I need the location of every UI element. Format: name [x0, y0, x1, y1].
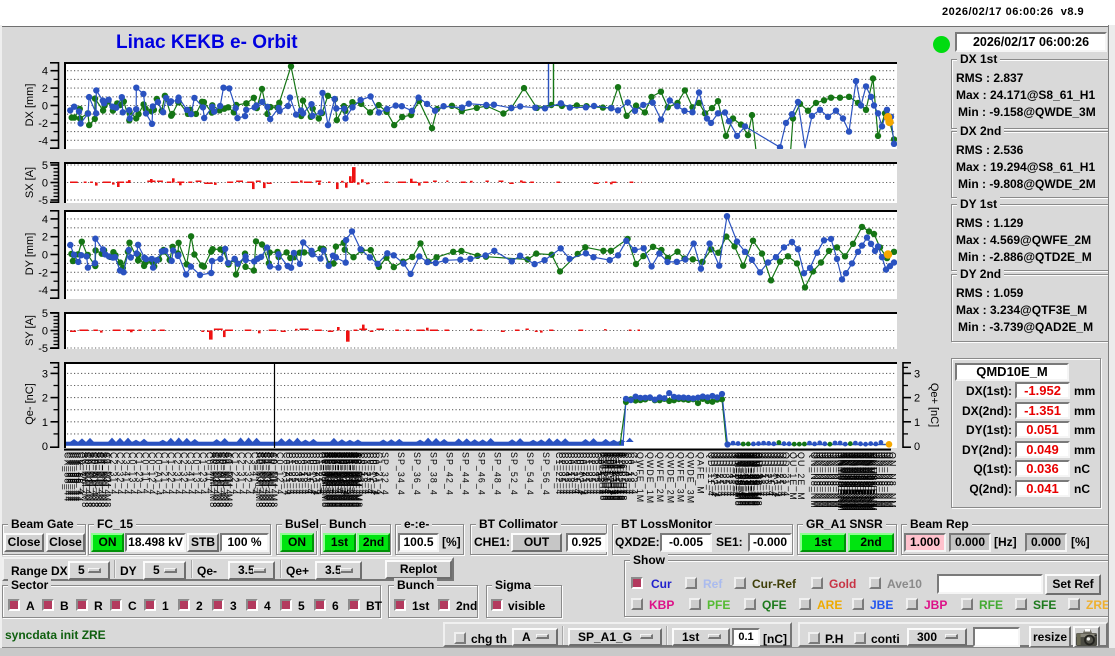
- svg-text:-2: -2: [38, 118, 48, 130]
- svg-text:2: 2: [42, 83, 48, 95]
- svg-text:2: 2: [42, 232, 48, 244]
- svg-text:3: 3: [914, 368, 920, 380]
- svg-text:1: 1: [914, 417, 920, 429]
- svg-text:SP_32_4: SP_32_4: [380, 452, 390, 496]
- svg-text:QU_2E_M: QU_2E_M: [796, 452, 806, 501]
- svg-text:5: 5: [42, 160, 48, 172]
- svg-text:0: 0: [42, 250, 48, 262]
- svg-text:SP_34_4: SP_34_4: [396, 452, 406, 496]
- svg-text:SP_56_4: SP_56_4: [541, 452, 551, 496]
- svg-text:4: 4: [42, 214, 48, 226]
- svg-text:QWFE_2M: QWFE_2M: [655, 452, 665, 503]
- svg-text:0: 0: [42, 101, 48, 113]
- svg-text:SP_44_4: SP_44_4: [461, 452, 471, 496]
- svg-text:A0_MM_M8: A0_MM_M8: [102, 452, 112, 508]
- svg-text:QAFE_M: QAFE_M: [696, 452, 706, 495]
- svg-text:SP_42_4: SP_42_4: [444, 452, 454, 496]
- svg-text:A0_MM_M8: A0_MM_M8: [224, 452, 234, 508]
- svg-text:QM_88_M8: QM_88_M8: [753, 452, 763, 507]
- svg-text:SX [A]: SX [A]: [24, 167, 36, 198]
- svg-text:-4: -4: [38, 285, 48, 297]
- svg-text:-2: -2: [38, 267, 48, 279]
- svg-text:QN_N8_NM: QN_N8_NM: [887, 452, 897, 509]
- svg-text:SP_52_4: SP_52_4: [509, 452, 519, 496]
- svg-text:QWDE_3M: QWDE_3M: [686, 452, 696, 504]
- svg-text:0: 0: [42, 441, 48, 453]
- svg-text:QWFE_1M: QWFE_1M: [635, 452, 645, 503]
- svg-text:Qe- [nC]: Qe- [nC]: [24, 383, 36, 425]
- svg-text:SP_36_4: SP_36_4: [412, 452, 422, 496]
- svg-text:A0_MM_M8: A0_MM_M8: [354, 452, 364, 508]
- svg-text:SP_48_4: SP_48_4: [493, 452, 503, 496]
- svg-text:-4: -4: [38, 135, 48, 147]
- svg-text:NNM8NENM: NNM8NENM: [868, 452, 878, 512]
- svg-text:DX [mm]: DX [mm]: [24, 84, 36, 127]
- svg-text:QWDE_2M: QWDE_2M: [665, 452, 675, 504]
- svg-text:SP_54_4: SP_54_4: [525, 452, 535, 496]
- svg-text:-5: -5: [38, 343, 48, 355]
- svg-text:DY [mm]: DY [mm]: [24, 233, 36, 276]
- svg-text:5: 5: [42, 308, 48, 320]
- svg-text:-5: -5: [38, 195, 48, 207]
- svg-text:2: 2: [42, 393, 48, 405]
- svg-text:SP_46_4: SP_46_4: [477, 452, 487, 496]
- svg-text:2: 2: [914, 393, 920, 405]
- svg-text:0: 0: [42, 326, 48, 338]
- svg-text:8_61_H18: 8_61_H18: [618, 452, 628, 501]
- svg-text:SP_38_4: SP_38_4: [428, 452, 438, 496]
- svg-text:A0_MM_M8: A0_MM_M8: [269, 452, 279, 508]
- svg-text:Qe+ [nC]: Qe+ [nC]: [928, 383, 940, 427]
- svg-text:0: 0: [914, 441, 920, 453]
- svg-text:0: 0: [42, 178, 48, 190]
- svg-text:QWFE_3M: QWFE_3M: [675, 452, 685, 503]
- svg-text:QWDE_1M: QWDE_1M: [645, 452, 655, 504]
- svg-text:3: 3: [42, 368, 48, 380]
- svg-text:SY [A]: SY [A]: [24, 315, 36, 346]
- svg-text:4: 4: [42, 66, 48, 78]
- svg-text:1: 1: [42, 417, 48, 429]
